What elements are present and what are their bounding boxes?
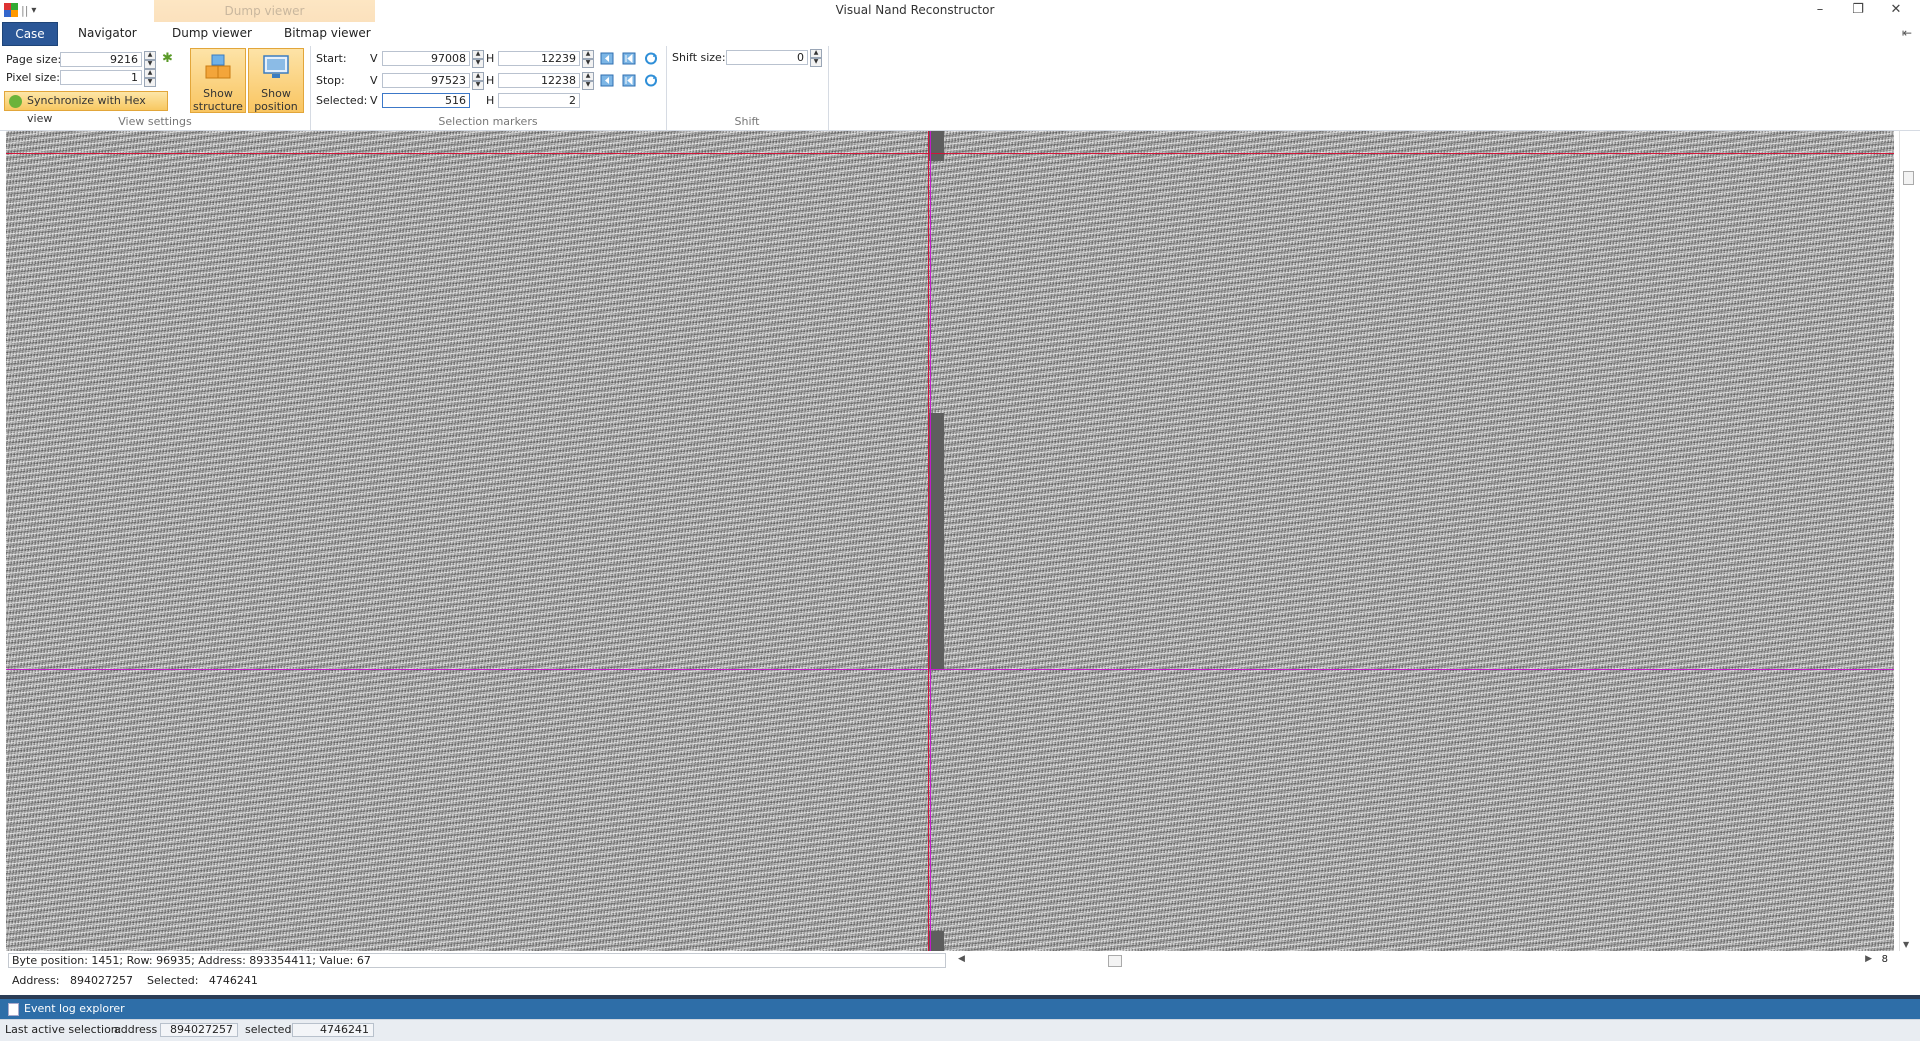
pixel-size-input[interactable]: 1 xyxy=(60,70,142,85)
show-position-label-1: Show xyxy=(261,87,291,100)
vertical-scrollbar[interactable]: ▼ xyxy=(1899,131,1916,951)
start-marker-line[interactable] xyxy=(6,153,1894,154)
synchronize-hex-view-button[interactable]: Synchronize with Hex view xyxy=(4,91,168,125)
refresh-stop-icon[interactable] xyxy=(644,74,658,87)
show-structure-button[interactable]: Show structure xyxy=(190,48,246,113)
stop-v-spinner[interactable]: ▲ ▼ xyxy=(472,72,484,90)
page-size-label: Page size: xyxy=(6,53,62,66)
bottom-pane: Event log explorer xyxy=(0,995,1920,1019)
address-value: 894027257 xyxy=(70,974,134,987)
stop-h-label: H xyxy=(486,74,495,87)
show-structure-label-1: Show xyxy=(203,87,233,100)
sync-icon xyxy=(9,95,22,108)
start-v-label: V xyxy=(370,52,378,65)
document-icon xyxy=(8,1003,19,1016)
shift-size-input[interactable]: 0 xyxy=(726,50,808,65)
view-settings-group: Page size: 9216 ▲ ▼ ✱ Pixel size: 1 ▲ ▼ Sh… xyxy=(0,46,311,130)
go-to-stop-alt-icon[interactable] xyxy=(622,74,636,87)
selected-label: Selected: xyxy=(316,94,368,107)
status-selected-label: selected xyxy=(245,1023,292,1036)
show-structure-label-2: structure xyxy=(193,100,243,113)
close-button[interactable]: ✕ xyxy=(1886,0,1906,20)
event-log-explorer-tab[interactable]: Event log explorer xyxy=(4,1000,125,1018)
scroll-down-arrow[interactable]: ▼ xyxy=(1903,940,1909,949)
selected-count-label: Selected: xyxy=(147,974,199,987)
scroll-value: 8 xyxy=(1881,954,1888,965)
restore-button[interactable]: ❐ xyxy=(1848,0,1868,20)
bitmap-viewer-canvas[interactable] xyxy=(6,131,1894,951)
page-size-apply-icon[interactable]: ✱ xyxy=(162,51,173,66)
refresh-start-icon[interactable] xyxy=(644,52,658,65)
start-h-spinner[interactable]: ▲ ▼ xyxy=(582,50,594,68)
go-to-stop-icon[interactable] xyxy=(600,74,614,87)
address-label: Address: xyxy=(12,974,60,987)
stop-v-label: V xyxy=(370,74,378,87)
vertical-scroll-thumb[interactable] xyxy=(1903,171,1914,185)
status-address-label: address xyxy=(114,1023,158,1036)
monitor-icon xyxy=(263,55,289,78)
stop-h-spinner[interactable]: ▲ ▼ xyxy=(582,72,594,90)
shift-group: Shift size: 0 ▲ ▼ Shift xyxy=(666,46,829,130)
page-size-spinner[interactable]: ▲ ▼ xyxy=(144,51,156,69)
address-line: Address: 894027257 Selected: 4746241 xyxy=(12,974,258,987)
selected-h-input[interactable]: 2 xyxy=(498,93,580,108)
tab-dump-viewer[interactable]: Dump viewer xyxy=(172,22,252,44)
status-address-value: 894027257 xyxy=(160,1023,238,1037)
selected-count-value: 4746241 xyxy=(208,974,258,987)
show-position-button[interactable]: Show position xyxy=(248,48,304,113)
tab-case[interactable]: Case xyxy=(2,22,58,46)
go-to-start-alt-icon[interactable] xyxy=(622,52,636,65)
scroll-left-arrow[interactable]: ◀ xyxy=(958,954,965,964)
status-selected-value: 4746241 xyxy=(292,1023,374,1037)
window-controls: – ❐ ✕ xyxy=(1810,0,1906,20)
selected-v-label: V xyxy=(370,94,378,107)
pixel-size-label: Pixel size: xyxy=(6,71,60,84)
ribbon: Page size: 9216 ▲ ▼ ✱ Pixel size: 1 ▲ ▼ Sh… xyxy=(0,46,1920,131)
horizontal-scroll-thumb[interactable] xyxy=(1108,955,1122,967)
start-label: Start: xyxy=(316,52,347,65)
shift-size-label: Shift size: xyxy=(672,51,726,64)
shift-group-label: Shift xyxy=(734,115,760,128)
selected-h-label: H xyxy=(486,94,495,107)
tab-bitmap-viewer[interactable]: Bitmap viewer xyxy=(284,22,371,44)
minimize-button[interactable]: – xyxy=(1810,0,1830,20)
stop-marker-line[interactable] xyxy=(6,669,1894,670)
status-bar: Last active selection: address 894027257… xyxy=(0,1019,1920,1041)
go-to-start-icon[interactable] xyxy=(600,52,614,65)
status-prefix: Last active selection: xyxy=(5,1023,122,1036)
start-h-label: H xyxy=(486,52,495,65)
start-h-input[interactable]: 12239 xyxy=(498,51,580,66)
selection-markers-group: Start: V 97008 ▲ ▼ H 12239 ▲ ▼ Stop: V 975… xyxy=(310,46,667,130)
view-settings-group-label: View settings xyxy=(118,115,192,128)
shift-size-spinner[interactable]: ▲ ▼ xyxy=(810,49,822,67)
scroll-right-arrow[interactable]: ▶ xyxy=(1865,954,1872,964)
start-column-marker[interactable] xyxy=(928,131,929,951)
stop-column-marker[interactable] xyxy=(930,131,931,951)
start-v-spinner[interactable]: ▲ ▼ xyxy=(472,50,484,68)
window-title: Visual Nand Reconstructor xyxy=(835,3,995,17)
horizontal-scrollbar[interactable]: ◀ ▶ 8 xyxy=(956,953,1892,968)
page-size-input[interactable]: 9216 xyxy=(60,52,142,67)
cubes-icon xyxy=(205,54,231,79)
ribbon-pin-icon[interactable]: ⇤ xyxy=(1902,26,1912,40)
byte-info-bar: Byte position: 1451; Row: 96935; Address… xyxy=(8,953,946,968)
ribbon-tabs: Case Navigator Dump viewer Bitmap viewer… xyxy=(0,22,1920,46)
show-position-label-2: position xyxy=(254,100,298,113)
title-bar: || ▾ Dump viewer Visual Nand Reconstruct… xyxy=(0,0,1920,22)
stop-v-input[interactable]: 97523 xyxy=(382,73,470,88)
event-log-explorer-label: Event log explorer xyxy=(24,1002,125,1015)
start-v-input[interactable]: 97008 xyxy=(382,51,470,66)
selected-v-input[interactable]: 516 xyxy=(382,93,470,108)
selection-markers-group-label: Selection markers xyxy=(438,115,538,128)
tab-navigator[interactable]: Navigator xyxy=(78,22,137,44)
stop-h-input[interactable]: 12238 xyxy=(498,73,580,88)
pixel-size-spinner[interactable]: ▲ ▼ xyxy=(144,69,156,87)
stop-label: Stop: xyxy=(316,74,345,87)
